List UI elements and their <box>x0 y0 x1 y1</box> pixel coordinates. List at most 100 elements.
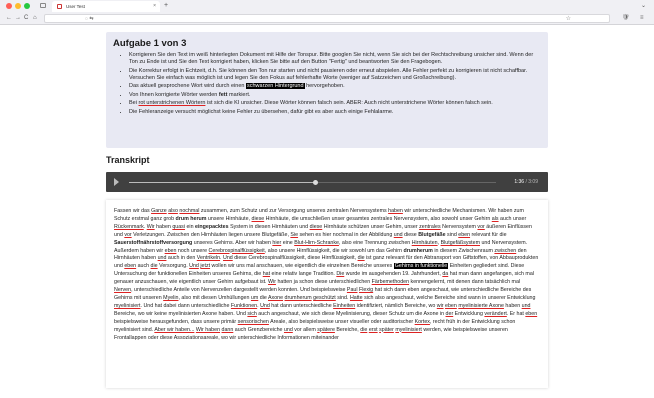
uncertain-word[interactable]: also <box>168 208 178 214</box>
uncertain-word[interactable]: Wir haben <box>196 327 220 333</box>
uncertain-word[interactable]: Blutgefäßsystem <box>441 240 480 246</box>
uncertain-word[interactable]: Aber wir haben... <box>154 327 194 333</box>
uncertain-word[interactable]: vor <box>477 224 484 230</box>
forward-icon[interactable]: → <box>15 12 21 25</box>
tab-close-icon[interactable]: × <box>153 1 156 12</box>
uncertain-word[interactable]: Kortex <box>415 319 430 325</box>
shield-icon[interactable]: 🛡 <box>622 12 630 25</box>
corrected-word[interactable]: drumherum <box>403 248 432 254</box>
uncertain-word[interactable]: geschützt <box>313 295 336 301</box>
tab-list-dropdown-icon[interactable]: ⌄ <box>641 0 646 12</box>
uncertain-word[interactable]: diese <box>252 216 265 222</box>
address-bar[interactable]: ◌ ⇆ ☆ <box>44 14 610 23</box>
uncertain-word[interactable]: Myelin <box>163 295 178 301</box>
uncertain-word[interactable]: Paul <box>347 287 358 293</box>
current-word[interactable]: Gehirns in funktionelle <box>393 263 449 270</box>
uncertain-word[interactable]: Ganze <box>151 208 167 214</box>
uncertain-word[interactable]: die <box>358 255 365 261</box>
uncertain-word[interactable]: Flexig <box>359 287 373 293</box>
uncertain-word[interactable]: und <box>394 232 403 238</box>
uncertain-word[interactable]: Nerven <box>114 287 131 293</box>
uncertain-word[interactable]: Axone <box>268 295 283 301</box>
uncertain-word[interactable]: verändert <box>484 311 506 317</box>
uncertain-word[interactable]: eben <box>165 248 177 254</box>
uncertain-word[interactable]: als <box>492 216 499 222</box>
transcript-text: haben <box>154 223 173 230</box>
uncertain-word[interactable]: und <box>284 327 293 333</box>
duration: 3:09 <box>528 179 538 185</box>
uncertain-word[interactable]: Färbemethoden <box>372 279 409 285</box>
transcript-editor[interactable]: Fassen wir das Ganze also nochmal zusamm… <box>106 200 548 388</box>
uncertain-word[interactable]: Cerebrospinalflüssigkeit <box>209 248 265 254</box>
uncertain-word[interactable]: myelinisiert <box>114 303 141 309</box>
uncertain-word[interactable]: eben <box>525 311 537 317</box>
transcript-text: System in diesen Hirnhäuten und <box>228 223 310 230</box>
progress-thumb[interactable] <box>312 179 318 185</box>
uncertain-word[interactable]: spätere <box>317 327 335 333</box>
menu-icon[interactable]: ≡ <box>640 12 644 25</box>
instruction-text: Das aktuell gesprochene Wort wird durch … <box>129 83 246 90</box>
uncertain-word[interactable]: eben <box>445 303 457 309</box>
uncertain-word[interactable]: zwischen <box>494 248 516 254</box>
transcript-text: diese <box>402 231 419 238</box>
uncertain-word[interactable]: eben <box>124 263 136 269</box>
transcript-text: Verletzungen. Zwischen den Hirnhäuten li… <box>131 231 291 238</box>
play-icon[interactable] <box>114 178 119 186</box>
back-icon[interactable]: ← <box>6 12 12 25</box>
instruction-item: Bei rot unterstrichenen Wörtern ist sich… <box>129 100 541 107</box>
uncertain-word[interactable]: später <box>379 327 394 333</box>
uncertain-word[interactable]: diese <box>310 224 323 230</box>
uncertain-word[interactable]: Sie <box>290 232 298 238</box>
new-tab-button[interactable]: + <box>164 0 168 12</box>
uncertain-word[interactable]: Wir <box>147 224 155 230</box>
uncertain-word[interactable]: sensorischen <box>238 319 269 325</box>
uncertain-word[interactable]: jetzt <box>200 263 210 269</box>
uncertain-word[interactable]: Funktionen <box>231 303 257 309</box>
uncertain-word[interactable]: Hatte <box>350 295 363 301</box>
uncertain-word[interactable]: eben <box>458 232 470 238</box>
uncertain-word[interactable]: Blut-Hirn-Schranke <box>294 240 339 246</box>
bookmark-star-icon[interactable]: ☆ <box>566 15 571 23</box>
corrected-word[interactable]: drum herum <box>176 216 207 222</box>
uncertain-word[interactable]: hat <box>263 271 270 277</box>
uncertain-word[interactable]: hier <box>272 240 281 246</box>
uncertain-word[interactable]: Einheiten <box>333 303 355 309</box>
uncertain-word[interactable]: haben <box>388 208 403 214</box>
uncertain-word[interactable]: dann <box>222 327 234 333</box>
corrected-word[interactable]: eingepacktes <box>195 224 229 230</box>
uncertain-word[interactable]: zentrales <box>419 224 441 230</box>
uncertain-word[interactable]: nochmal <box>179 208 199 214</box>
uncertain-word[interactable]: quasi <box>172 224 185 230</box>
uncertain-word[interactable]: erst <box>369 327 378 333</box>
tab-user-test[interactable]: User Test × <box>52 1 160 12</box>
audio-player[interactable]: 1:36 / 3:09 <box>106 172 548 192</box>
uncertain-word[interactable]: Hirnhäuten <box>412 240 438 246</box>
close-window-button[interactable] <box>6 3 12 9</box>
home-icon[interactable]: ⌂ <box>33 12 37 25</box>
uncertain-word[interactable]: Und <box>223 255 233 261</box>
maximize-window-button[interactable] <box>24 3 30 9</box>
transcript-text: Hirnhäute, die umschließen unser gesamte… <box>264 215 492 222</box>
transcript-text: auch angeschaut, wie sich diese Myelinis… <box>256 310 446 317</box>
uncertain-word[interactable]: Rückenmark <box>114 224 144 230</box>
uncertain-word[interactable]: Und <box>189 263 199 269</box>
uncertain-word[interactable]: Ventrikeln <box>197 255 220 261</box>
uncertain-word[interactable]: und <box>522 303 531 309</box>
uncertain-word[interactable]: Wir <box>268 279 276 285</box>
corrected-word[interactable]: Sauerstoffnährstoffversorgung <box>114 240 192 246</box>
uncertain-word[interactable]: Und <box>260 303 270 309</box>
reload-icon[interactable]: C <box>24 12 28 25</box>
uncertain-word[interactable]: wir <box>437 303 444 309</box>
uncertain-word[interactable]: drumherum <box>285 295 312 301</box>
tab-overview-icon[interactable] <box>40 3 46 8</box>
transcript-text: sehen es hier nochmal in der Abbildung <box>298 231 394 238</box>
uncertain-word[interactable]: sich <box>247 311 256 317</box>
uncertain-word[interactable]: myelinisierte Axone <box>458 303 504 309</box>
uncertain-word[interactable]: die <box>151 263 158 269</box>
minimize-window-button[interactable] <box>15 3 21 9</box>
corrected-word[interactable]: Blutgefäße <box>418 232 445 238</box>
progress-track[interactable] <box>129 179 496 185</box>
uncertain-word[interactable]: myelinisiert <box>395 327 422 333</box>
uncertain-word[interactable]: vor <box>124 232 131 238</box>
transcript-text: sich also angeschaut, welche Bereiche si… <box>362 294 536 301</box>
